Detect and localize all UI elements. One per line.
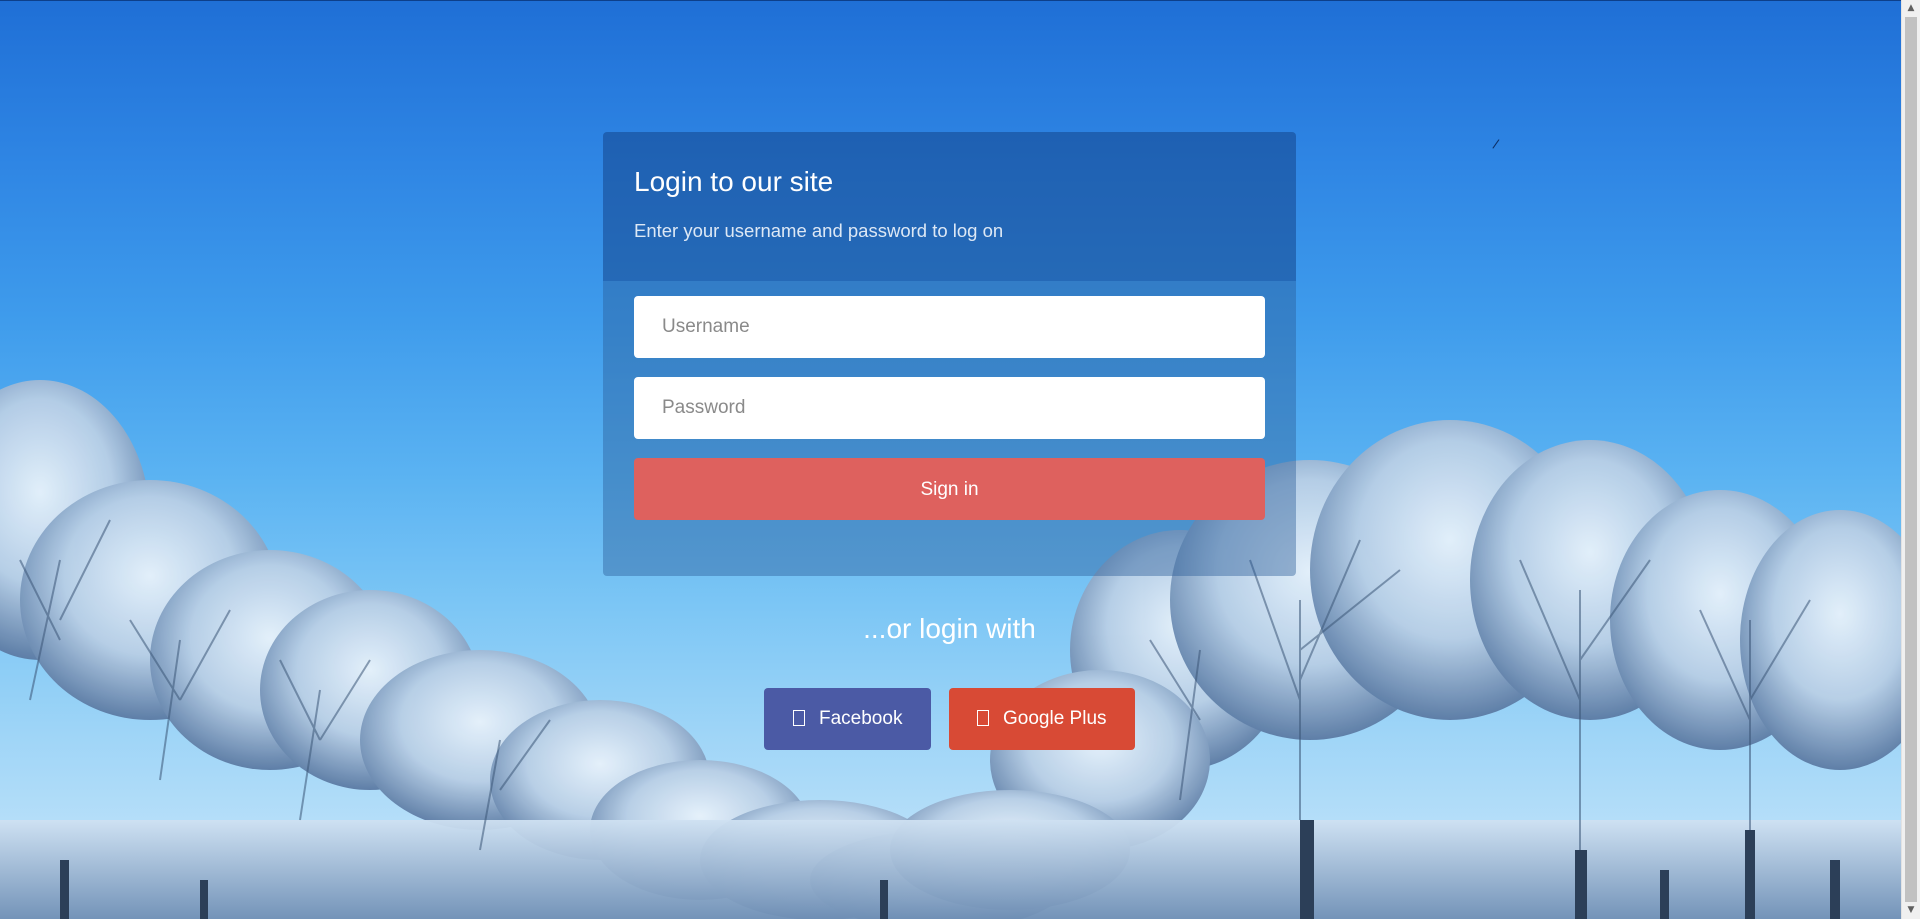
password-input[interactable]	[634, 377, 1265, 439]
vertical-scrollbar[interactable]: ▲ ▼	[1901, 0, 1920, 919]
google-plus-label: Google Plus	[1003, 708, 1107, 729]
scroll-up-arrow-icon[interactable]: ▲	[1902, 0, 1920, 17]
login-subtitle: Enter your username and password to log …	[634, 220, 1004, 241]
facebook-login-button[interactable]: Facebook	[764, 688, 931, 750]
sign-in-button[interactable]: Sign in	[634, 458, 1265, 520]
login-title: Login to our site	[634, 166, 834, 197]
scroll-down-arrow-icon[interactable]: ▼	[1902, 902, 1920, 919]
google-plus-login-button[interactable]: Google Plus	[949, 688, 1135, 750]
facebook-label: Facebook	[819, 708, 903, 729]
login-panel-header: Login to our site Enter your username an…	[603, 132, 1296, 281]
alternate-login-heading: ...or login with	[863, 613, 1036, 644]
login-panel: Login to our site Enter your username an…	[603, 132, 1296, 576]
username-input[interactable]	[634, 296, 1265, 358]
google-plus-icon	[977, 710, 989, 726]
page-background: / Login to our site Enter your username …	[0, 0, 1901, 919]
facebook-icon	[793, 710, 805, 726]
scrollbar-thumb[interactable]	[1905, 17, 1917, 902]
